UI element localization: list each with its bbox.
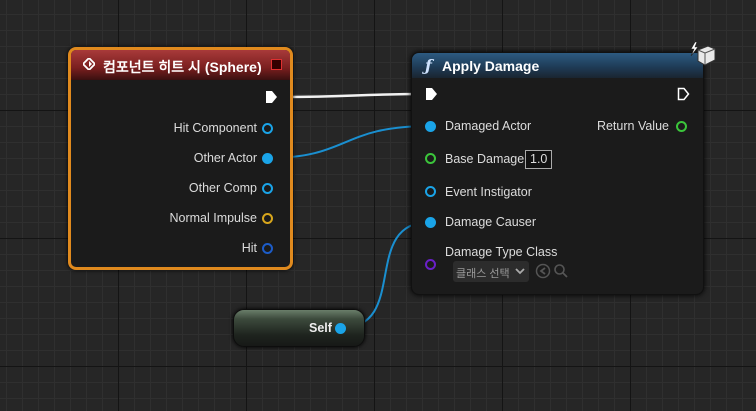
pin-label-hit-component: Hit Component <box>173 121 257 135</box>
pin-label-other-comp: Other Comp <box>188 181 257 195</box>
network-authority-icon <box>690 41 716 66</box>
pin-label-other-actor: Other Actor <box>193 151 257 165</box>
other-actor-pin[interactable] <box>262 153 273 164</box>
apply-damage-header[interactable]: ƒ Apply Damage <box>412 53 703 78</box>
damaged-actor-pin[interactable] <box>425 121 436 132</box>
pin-label-event-instigator: Event Instigator <box>445 185 532 199</box>
event-instigator-pin[interactable] <box>425 186 436 197</box>
damage-causer-pin[interactable] <box>425 217 436 228</box>
pin-label-normal-impulse: Normal Impulse <box>169 211 257 225</box>
damage-type-class-pin[interactable] <box>425 259 436 270</box>
exec-wire[interactable] <box>283 92 429 99</box>
return-value-pin[interactable] <box>676 121 687 132</box>
event-node-title: 컴포넌트 히트 시 (Sphere) <box>103 59 262 75</box>
self-label: Self <box>309 321 332 335</box>
pin-label-damage-causer: Damage Causer <box>445 215 537 229</box>
hit-pin[interactable] <box>262 243 273 254</box>
pin-label-damage-type-class: Damage Type Class <box>445 245 558 259</box>
class-select-dropdown[interactable]: 클래스 선택 <box>453 261 529 282</box>
base-damage-input[interactable]: 1.0 <box>525 150 553 169</box>
pin-label-base-damage: Base Damage <box>445 152 525 166</box>
apply-damage-exec-out-pin[interactable] <box>677 87 690 101</box>
pin-label-damaged-actor: Damaged Actor <box>445 119 532 133</box>
browse-search-icon[interactable] <box>553 263 569 279</box>
apply-damage-title: Apply Damage <box>442 58 540 74</box>
pin-label-hit: Hit <box>241 241 257 255</box>
hit-component-pin[interactable] <box>262 123 273 134</box>
self-output-pin[interactable] <box>335 323 346 334</box>
chevron-down-icon <box>515 268 525 275</box>
normal-impulse-pin[interactable] <box>262 213 273 224</box>
class-select-placeholder: 클래스 선택 <box>456 268 510 280</box>
base-damage-pin[interactable] <box>425 153 436 164</box>
delegate-square-icon[interactable] <box>271 59 282 70</box>
other-comp-pin[interactable] <box>262 183 273 194</box>
apply-damage-exec-in-pin[interactable] <box>425 87 438 101</box>
event-node-header[interactable]: 컴포넌트 히트 시 (Sphere) <box>71 50 290 80</box>
use-selected-asset-icon[interactable] <box>535 263 551 279</box>
event-exec-out-pin[interactable] <box>265 90 278 104</box>
event-diamond-icon <box>83 58 95 70</box>
function-icon: ƒ <box>425 56 432 75</box>
pin-label-return-value: Return Value <box>596 119 669 133</box>
